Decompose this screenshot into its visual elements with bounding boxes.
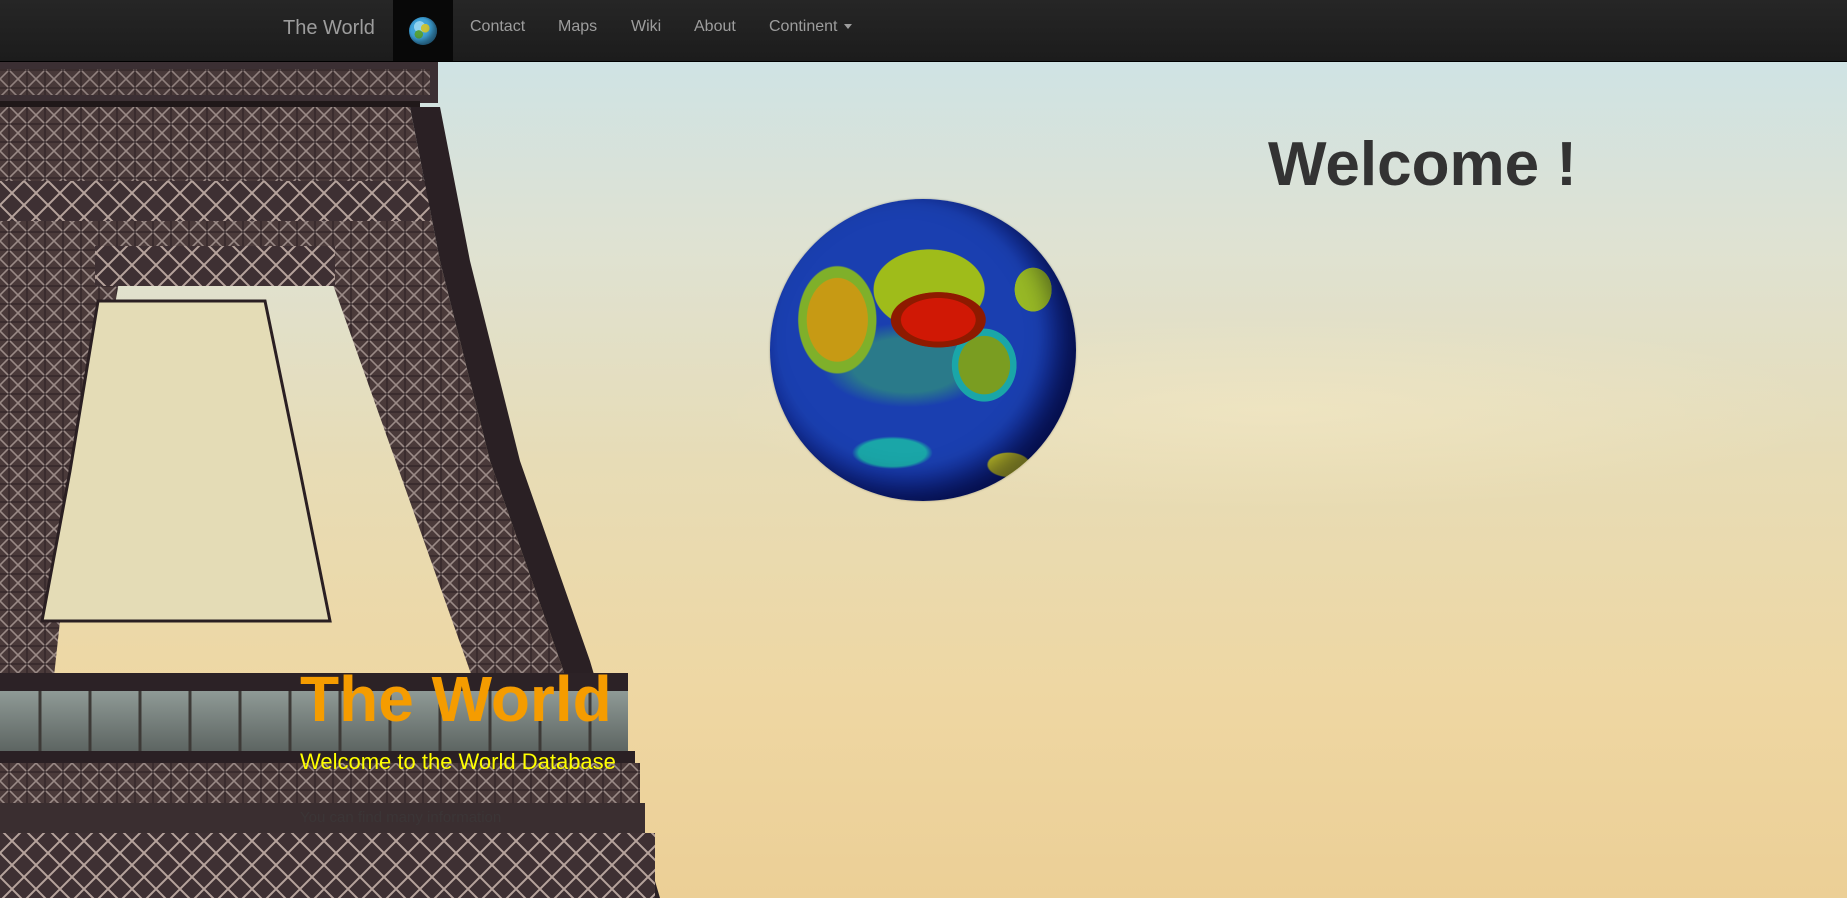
nav-item-maps[interactable]: Maps [558,17,597,37]
nav-item-about[interactable]: About [694,17,736,37]
earth-globe-image [770,199,1076,501]
top-navbar: The World Contact Maps Wiki About Contin… [0,0,1847,62]
nav-item-continent-label: Continent [769,18,838,35]
welcome-heading: Welcome ! [1268,129,1577,199]
nav-item-contact[interactable]: Contact [470,17,525,37]
nav-item-continent-dropdown[interactable]: Continent [769,17,852,37]
globe-home-tab[interactable] [393,0,453,61]
hero-subtitle: Welcome to the World Database [300,749,616,774]
nav-item-wiki[interactable]: Wiki [631,17,661,37]
hero-note: You can find many information [300,809,502,826]
globe-icon [409,16,437,45]
caret-down-icon [843,24,852,30]
hero-title: The World [300,662,612,735]
brand-link[interactable]: The World [283,17,375,39]
